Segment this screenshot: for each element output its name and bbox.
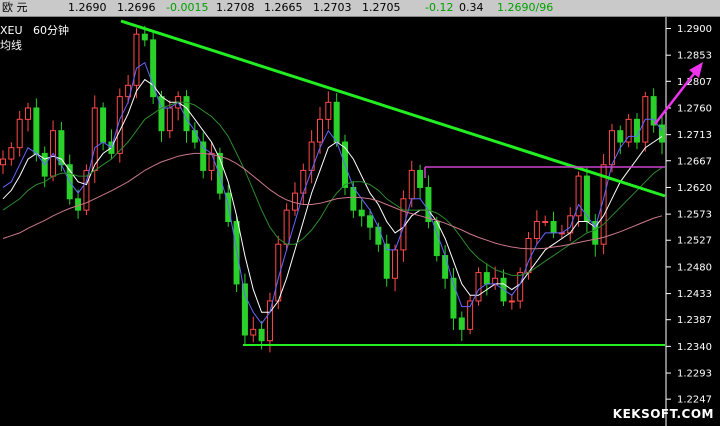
- candle-up: [608, 130, 615, 166]
- price-tick-label: 1.2900: [677, 24, 712, 35]
- price-tick-label: 1.2433: [677, 289, 712, 300]
- candle-up: [325, 101, 332, 120]
- candle-down: [200, 141, 207, 171]
- candle-up: [16, 118, 23, 149]
- candle-down: [75, 198, 82, 211]
- candle-up: [408, 169, 415, 200]
- candle-up: [525, 238, 532, 274]
- candle-down: [458, 317, 465, 330]
- candle-down: [417, 169, 424, 188]
- candle-up: [533, 221, 540, 240]
- price-tick-label: 1.2387: [677, 315, 712, 326]
- price-tick-label: 1.2760: [677, 103, 712, 114]
- price-tick-label: 1.2480: [677, 262, 712, 273]
- candle-down: [650, 96, 657, 126]
- candle-down: [333, 101, 340, 143]
- candle-up: [475, 272, 482, 302]
- watermark: KEKSOFT.COM: [612, 407, 714, 421]
- price-tick-label: 1.2340: [677, 342, 712, 353]
- candle-up: [316, 118, 323, 143]
- candle-down: [367, 215, 374, 228]
- candle-down: [33, 107, 40, 154]
- candle-down: [100, 107, 107, 143]
- candle-down: [633, 118, 640, 143]
- price-tick-label: 1.2527: [677, 236, 712, 247]
- candle-up: [250, 328, 257, 336]
- candle-up: [492, 277, 499, 285]
- candle-down: [241, 283, 248, 336]
- candle-up: [467, 300, 474, 330]
- price-tick-label: 1.2667: [677, 156, 712, 167]
- candle-down: [617, 130, 624, 143]
- candle-up: [392, 249, 399, 279]
- candle-down: [442, 255, 449, 279]
- candle-down: [375, 226, 382, 245]
- candle-down: [233, 221, 240, 285]
- plot-area: [0, 17, 666, 426]
- indicator-label: 均线: [0, 39, 22, 52]
- candle-down: [158, 96, 165, 132]
- candle-down: [483, 272, 490, 285]
- candle-up: [208, 152, 215, 171]
- candle-up: [508, 300, 515, 303]
- candle-down: [550, 221, 557, 234]
- candle-up: [8, 147, 15, 160]
- price-tick-label: 1.2713: [677, 130, 712, 141]
- candle-up: [0, 158, 6, 166]
- candle-up: [542, 221, 549, 223]
- candle-down: [425, 186, 432, 223]
- price-tick-label: 1.2247: [677, 395, 712, 406]
- candle-down: [183, 96, 190, 132]
- price-chart[interactable]: 1.2900 1.2853 1.2807 1.2760 1.2713 1.2667 1.26…: [0, 0, 720, 426]
- price-tick-label: 1.2807: [677, 77, 712, 88]
- candle-up: [91, 107, 98, 171]
- candle-down: [583, 175, 590, 223]
- candle-down: [358, 209, 365, 217]
- price-tick-label: 1.2620: [677, 183, 712, 194]
- symbol-label: XEU 60分钟: [0, 24, 70, 37]
- price-tick-label: 1.2293: [677, 369, 712, 380]
- candle-up: [291, 192, 298, 211]
- candle-up: [283, 209, 290, 245]
- candle-down: [258, 328, 265, 342]
- candle-up: [25, 107, 32, 120]
- candle-down: [141, 33, 148, 41]
- candle-up: [166, 107, 173, 132]
- price-tick-label: 1.2853: [677, 51, 712, 62]
- candle-up: [133, 33, 140, 86]
- candle-down: [191, 130, 198, 143]
- price-tick-label: 1.2573: [677, 210, 712, 221]
- candle-down: [350, 186, 357, 211]
